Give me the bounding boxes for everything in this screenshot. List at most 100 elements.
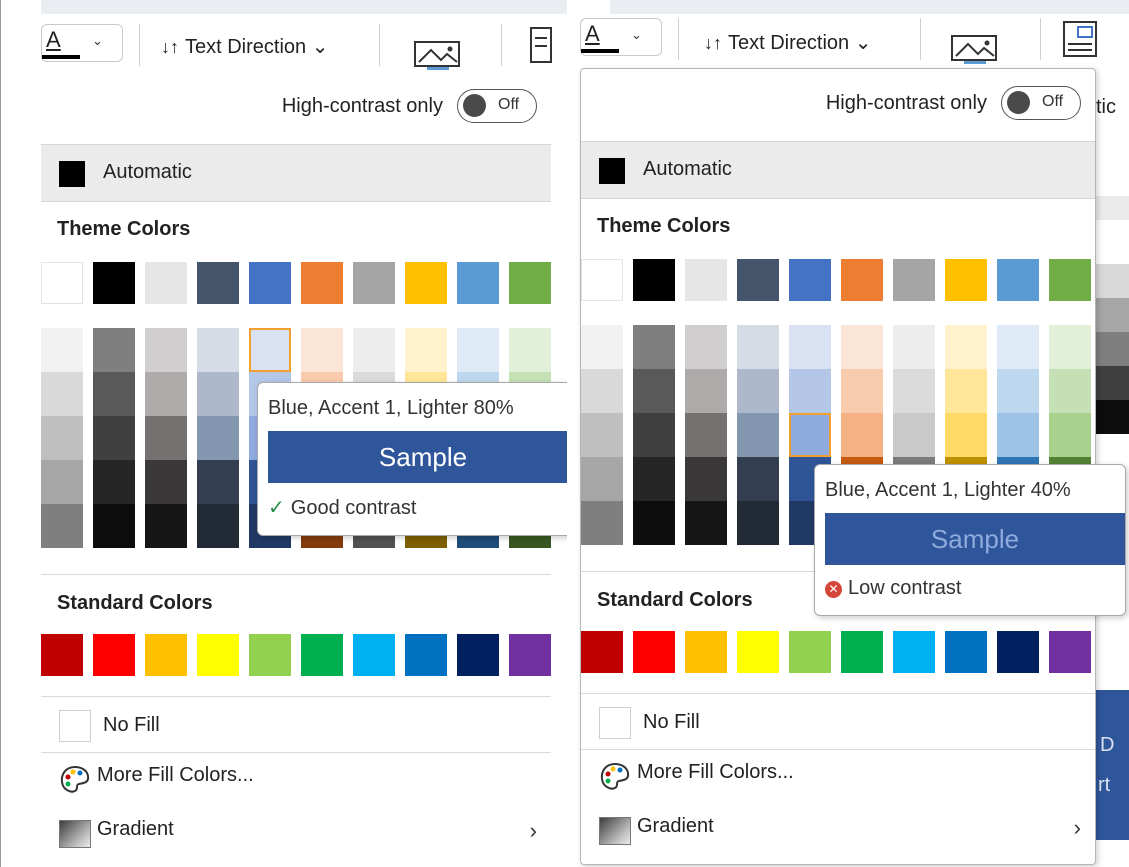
theme-color-swatch[interactable] — [249, 262, 291, 304]
high-contrast-toggle[interactable]: Off — [457, 89, 537, 123]
theme-shade-swatch[interactable] — [197, 460, 239, 504]
page-layout-icon[interactable] — [1060, 20, 1100, 60]
theme-shade-swatch[interactable] — [685, 457, 727, 501]
standard-color-swatch[interactable] — [457, 634, 499, 676]
theme-shade-swatch[interactable] — [197, 504, 239, 548]
theme-shade-swatch[interactable] — [145, 372, 187, 416]
theme-shade-swatch[interactable] — [145, 460, 187, 504]
theme-shade-swatch[interactable] — [633, 457, 675, 501]
theme-color-swatch[interactable] — [405, 262, 447, 304]
theme-color-swatch[interactable] — [893, 259, 935, 301]
theme-color-swatch[interactable] — [581, 259, 623, 301]
standard-color-swatch[interactable] — [841, 631, 883, 673]
theme-shade-swatch[interactable] — [41, 504, 83, 548]
theme-shade-swatch[interactable] — [737, 457, 779, 501]
theme-color-swatch[interactable] — [41, 262, 83, 304]
theme-shade-swatch[interactable] — [737, 325, 779, 369]
theme-shade-swatch[interactable] — [789, 325, 831, 369]
theme-shade-swatch[interactable] — [197, 416, 239, 460]
standard-color-swatch[interactable] — [249, 634, 291, 676]
theme-shade-swatch[interactable] — [41, 328, 83, 372]
theme-shade-swatch[interactable] — [945, 413, 987, 457]
standard-color-swatch[interactable] — [893, 631, 935, 673]
theme-color-swatch[interactable] — [685, 259, 727, 301]
automatic-option[interactable]: Automatic — [41, 144, 551, 202]
theme-shade-swatch[interactable] — [997, 369, 1039, 413]
high-contrast-toggle[interactable]: Off — [1001, 86, 1081, 120]
theme-color-swatch[interactable] — [197, 262, 239, 304]
theme-shade-swatch[interactable] — [581, 369, 623, 413]
document-icon[interactable] — [529, 26, 553, 66]
picture-icon[interactable] — [950, 34, 998, 64]
theme-shade-swatch[interactable] — [509, 328, 551, 372]
theme-color-swatch[interactable] — [93, 262, 135, 304]
theme-shade-swatch[interactable] — [841, 413, 883, 457]
theme-shade-swatch[interactable] — [1049, 325, 1091, 369]
no-fill-swatch[interactable] — [59, 710, 91, 742]
theme-shade-swatch[interactable] — [893, 413, 935, 457]
theme-shade-swatch[interactable] — [581, 457, 623, 501]
theme-color-swatch[interactable] — [509, 262, 551, 304]
theme-shade-swatch[interactable] — [41, 416, 83, 460]
theme-shade-swatch[interactable] — [581, 501, 623, 545]
standard-color-swatch[interactable] — [633, 631, 675, 673]
no-fill-swatch[interactable] — [599, 707, 631, 739]
standard-color-swatch[interactable] — [41, 634, 83, 676]
standard-color-swatch[interactable] — [93, 634, 135, 676]
theme-shade-swatch[interactable] — [93, 504, 135, 548]
theme-shade-swatch[interactable] — [197, 328, 239, 372]
theme-shade-swatch[interactable] — [685, 501, 727, 545]
more-fill-colors-option[interactable]: More Fill Colors... — [637, 761, 794, 784]
theme-shade-swatch[interactable] — [945, 325, 987, 369]
theme-shade-swatch[interactable] — [633, 501, 675, 545]
theme-color-swatch[interactable] — [841, 259, 883, 301]
gradient-option[interactable]: Gradient — [637, 815, 714, 838]
automatic-option[interactable]: Automatic — [581, 141, 1095, 199]
standard-color-swatch[interactable] — [997, 631, 1039, 673]
theme-shade-swatch[interactable] — [737, 501, 779, 545]
theme-color-swatch[interactable] — [997, 259, 1039, 301]
theme-shade-swatch[interactable] — [405, 328, 447, 372]
theme-shade-swatch[interactable] — [633, 413, 675, 457]
theme-shade-swatch[interactable] — [581, 413, 623, 457]
theme-color-swatch[interactable] — [301, 262, 343, 304]
theme-shade-swatch[interactable] — [93, 372, 135, 416]
selected-shade-swatch[interactable] — [249, 328, 291, 372]
theme-color-swatch[interactable] — [789, 259, 831, 301]
theme-shade-swatch[interactable] — [841, 325, 883, 369]
theme-shade-swatch[interactable] — [93, 416, 135, 460]
theme-shade-swatch[interactable] — [997, 325, 1039, 369]
standard-color-swatch[interactable] — [509, 634, 551, 676]
theme-shade-swatch[interactable] — [893, 369, 935, 413]
theme-shade-swatch[interactable] — [997, 413, 1039, 457]
theme-shade-swatch[interactable] — [685, 325, 727, 369]
standard-color-swatch[interactable] — [197, 634, 239, 676]
theme-shade-swatch[interactable] — [633, 325, 675, 369]
theme-shade-swatch[interactable] — [197, 372, 239, 416]
theme-color-swatch[interactable] — [945, 259, 987, 301]
theme-shade-swatch[interactable] — [893, 325, 935, 369]
text-direction-button[interactable]: ↓↑ Text Direction ⌄ — [161, 34, 328, 59]
theme-shade-swatch[interactable] — [145, 416, 187, 460]
theme-shade-swatch[interactable] — [581, 325, 623, 369]
theme-shade-swatch[interactable] — [1049, 369, 1091, 413]
theme-shade-swatch[interactable] — [457, 328, 499, 372]
standard-color-swatch[interactable] — [1049, 631, 1091, 673]
standard-color-swatch[interactable] — [737, 631, 779, 673]
theme-shade-swatch[interactable] — [737, 413, 779, 457]
theme-shade-swatch[interactable] — [145, 328, 187, 372]
theme-color-swatch[interactable] — [145, 262, 187, 304]
standard-color-swatch[interactable] — [405, 634, 447, 676]
theme-shade-swatch[interactable] — [685, 413, 727, 457]
theme-color-swatch[interactable] — [737, 259, 779, 301]
theme-shade-swatch[interactable] — [633, 369, 675, 413]
font-color-button[interactable]: A ⌄ — [41, 24, 123, 62]
theme-shade-swatch[interactable] — [41, 372, 83, 416]
gradient-option[interactable]: Gradient — [97, 818, 174, 841]
no-fill-option[interactable]: No Fill — [643, 711, 700, 734]
standard-color-swatch[interactable] — [685, 631, 727, 673]
more-fill-colors-option[interactable]: More Fill Colors... — [97, 764, 254, 787]
standard-color-swatch[interactable] — [789, 631, 831, 673]
standard-color-swatch[interactable] — [581, 631, 623, 673]
selected-shade-swatch[interactable] — [789, 413, 831, 457]
